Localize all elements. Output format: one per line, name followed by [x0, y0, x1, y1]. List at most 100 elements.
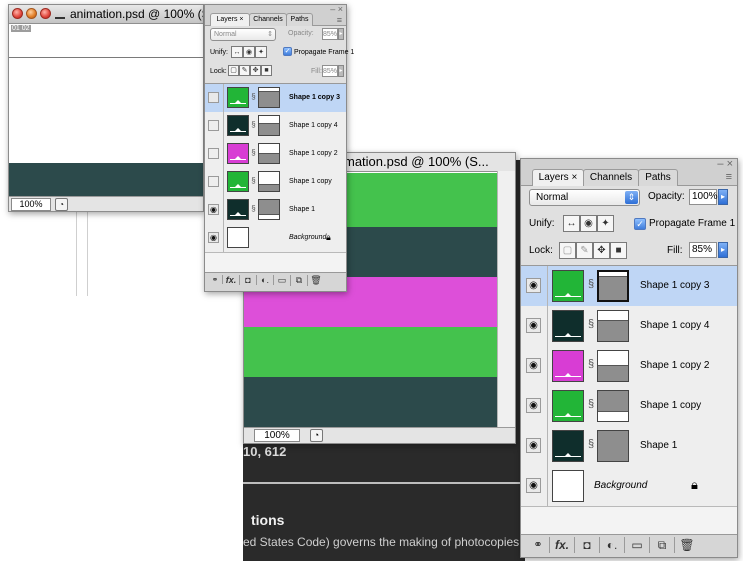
- small-zoom-field[interactable]: 100%: [11, 198, 51, 211]
- layer-name: Shape 1 copy 4: [640, 320, 710, 331]
- layer-name: Shape 1: [640, 440, 678, 451]
- eye-icon[interactable]: ◉: [208, 204, 219, 215]
- visibility-toggle[interactable]: [208, 120, 219, 131]
- small-status-menu-icon[interactable]: ◔: [55, 198, 68, 211]
- propagate-checkbox[interactable]: ✓: [283, 47, 292, 56]
- zoom-button-icon[interactable]: [40, 8, 51, 19]
- eye-icon[interactable]: ◉: [526, 398, 541, 413]
- panel-menu-icon[interactable]: ≡: [726, 171, 732, 183]
- page-body-text: ed States Code) governs the making of ph…: [243, 535, 520, 549]
- new-layer-icon[interactable]: ⧉: [650, 537, 675, 553]
- lock-transparency-icon[interactable]: ▢: [559, 242, 576, 259]
- lock-all-icon[interactable]: ■: [261, 65, 272, 76]
- layer-row[interactable]: ◉ § Shape 1 copy 2: [521, 346, 737, 387]
- canvas-teal-band: [9, 163, 203, 196]
- large-zoom-field[interactable]: 100%: [254, 429, 300, 442]
- unify-visibility-icon[interactable]: ◉: [580, 215, 597, 232]
- panel-collapse-icon[interactable]: – ×: [717, 158, 733, 170]
- eye-icon[interactable]: ◉: [208, 232, 219, 243]
- fill-field[interactable]: 85%: [689, 242, 717, 258]
- propagate-checkbox[interactable]: ✓: [634, 218, 646, 230]
- opacity-arrow-icon[interactable]: ▸: [338, 28, 344, 40]
- layer-row[interactable]: § Shape 1 copy 3: [205, 84, 346, 113]
- layer-row[interactable]: ◉ § Shape 1: [205, 196, 346, 225]
- visibility-toggle[interactable]: [208, 148, 219, 159]
- small-document-titlebar[interactable]: animation.psd @ 100% (S...: [9, 5, 203, 24]
- layer-row[interactable]: ◉ Background 🔒︎: [205, 224, 346, 253]
- layer-row[interactable]: ◉ § Shape 1 copy 4: [521, 306, 737, 347]
- propagate-label: Propagate Frame 1: [294, 49, 355, 56]
- blend-mode-select[interactable]: Normal ⇕: [210, 28, 276, 41]
- lock-paint-icon[interactable]: ✎: [239, 65, 250, 76]
- eye-icon[interactable]: ◉: [526, 438, 541, 453]
- new-group-icon[interactable]: ▭: [274, 275, 291, 286]
- tab-layers[interactable]: Layers ×: [532, 169, 584, 186]
- layer-row[interactable]: § Shape 1 copy: [205, 168, 346, 197]
- adjustment-layer-icon[interactable]: ◐.: [600, 537, 625, 553]
- unify-position-icon[interactable]: ↔: [231, 46, 243, 58]
- vector-mask-thumbnail: [258, 171, 280, 192]
- layer-row[interactable]: ◉ § Shape 1: [521, 426, 737, 467]
- eye-icon[interactable]: ◉: [526, 358, 541, 373]
- unify-position-icon[interactable]: ↔: [563, 215, 580, 232]
- unify-style-icon[interactable]: ✦: [255, 46, 267, 58]
- adjustment-layer-icon[interactable]: ◐.: [257, 275, 274, 285]
- tab-channels[interactable]: Channels: [249, 13, 287, 26]
- visibility-toggle[interactable]: [208, 92, 219, 103]
- status-menu-icon[interactable]: ◔: [310, 429, 323, 442]
- panel-menu-icon[interactable]: ≡: [337, 15, 342, 25]
- eye-icon[interactable]: ◉: [526, 318, 541, 333]
- minimize-button-icon[interactable]: [26, 8, 37, 19]
- visibility-toggle[interactable]: [208, 176, 219, 187]
- link-layers-icon[interactable]: ⚭: [208, 275, 223, 284]
- fx-icon[interactable]: fx.: [223, 275, 240, 285]
- layer-name: Shape 1 copy: [289, 178, 332, 185]
- vector-mask-thumbnail: [597, 350, 629, 382]
- lock-paint-icon[interactable]: ✎: [576, 242, 593, 259]
- link-chain-icon: §: [251, 92, 256, 101]
- background-thumbnail: [552, 470, 584, 502]
- eye-icon[interactable]: ◉: [526, 278, 541, 293]
- fill-arrow-icon[interactable]: ▸: [718, 242, 728, 258]
- trash-icon[interactable]: 🗑︎: [308, 275, 324, 286]
- lock-position-icon[interactable]: ✥: [593, 242, 610, 259]
- vector-mask-thumbnail: [258, 87, 280, 108]
- trash-icon[interactable]: 🗑︎: [675, 537, 699, 553]
- layer-row[interactable]: § Shape 1 copy 2: [205, 140, 346, 169]
- tab-paths[interactable]: Paths: [638, 169, 678, 186]
- opacity-field[interactable]: 85%: [322, 28, 338, 40]
- unify-visibility-icon[interactable]: ◉: [243, 46, 255, 58]
- fx-icon[interactable]: fx.: [550, 537, 575, 553]
- vertical-scrollbar[interactable]: [497, 171, 515, 427]
- eye-icon[interactable]: ◉: [526, 478, 541, 493]
- link-chain-icon: §: [587, 438, 595, 450]
- layer-row[interactable]: ◉ § Shape 1 copy 3: [521, 266, 737, 307]
- opacity-arrow-icon[interactable]: ▸: [718, 189, 728, 205]
- vector-mask-thumbnail: [597, 430, 629, 462]
- new-group-icon[interactable]: ▭: [625, 537, 650, 553]
- lock-all-icon[interactable]: ■: [610, 242, 627, 259]
- opacity-field[interactable]: 100%: [689, 189, 718, 205]
- tab-paths[interactable]: Paths: [286, 13, 313, 26]
- unify-style-icon[interactable]: ✦: [597, 215, 614, 232]
- layer-row[interactable]: ◉ § Shape 1 copy: [521, 386, 737, 427]
- new-layer-icon[interactable]: ⧉: [291, 275, 308, 286]
- link-layers-icon[interactable]: ⚭: [527, 537, 550, 553]
- layer-row[interactable]: § Shape 1 copy 4: [205, 112, 346, 141]
- lock-position-icon[interactable]: ✥: [250, 65, 261, 76]
- layer-row[interactable]: ◉ Background 🔒︎: [521, 466, 737, 507]
- tab-channels[interactable]: Channels: [583, 169, 639, 186]
- canvas-band-teal-2: [244, 377, 497, 427]
- layer-thumbnail: [227, 171, 249, 192]
- lock-transparency-icon[interactable]: ▢: [228, 65, 239, 76]
- layer-name: Background: [594, 480, 648, 491]
- close-button-icon[interactable]: [12, 8, 23, 19]
- lock-label: Lock:: [210, 68, 227, 75]
- add-mask-icon[interactable]: ◘: [240, 275, 257, 285]
- tab-layers[interactable]: Layers ×: [210, 13, 250, 26]
- add-mask-icon[interactable]: ◘: [575, 537, 600, 553]
- blend-mode-select[interactable]: Normal ⇕: [529, 189, 640, 206]
- fill-field[interactable]: 85%: [322, 65, 338, 77]
- panel-collapse-icon[interactable]: – ×: [330, 4, 343, 14]
- fill-arrow-icon[interactable]: ▸: [338, 65, 344, 77]
